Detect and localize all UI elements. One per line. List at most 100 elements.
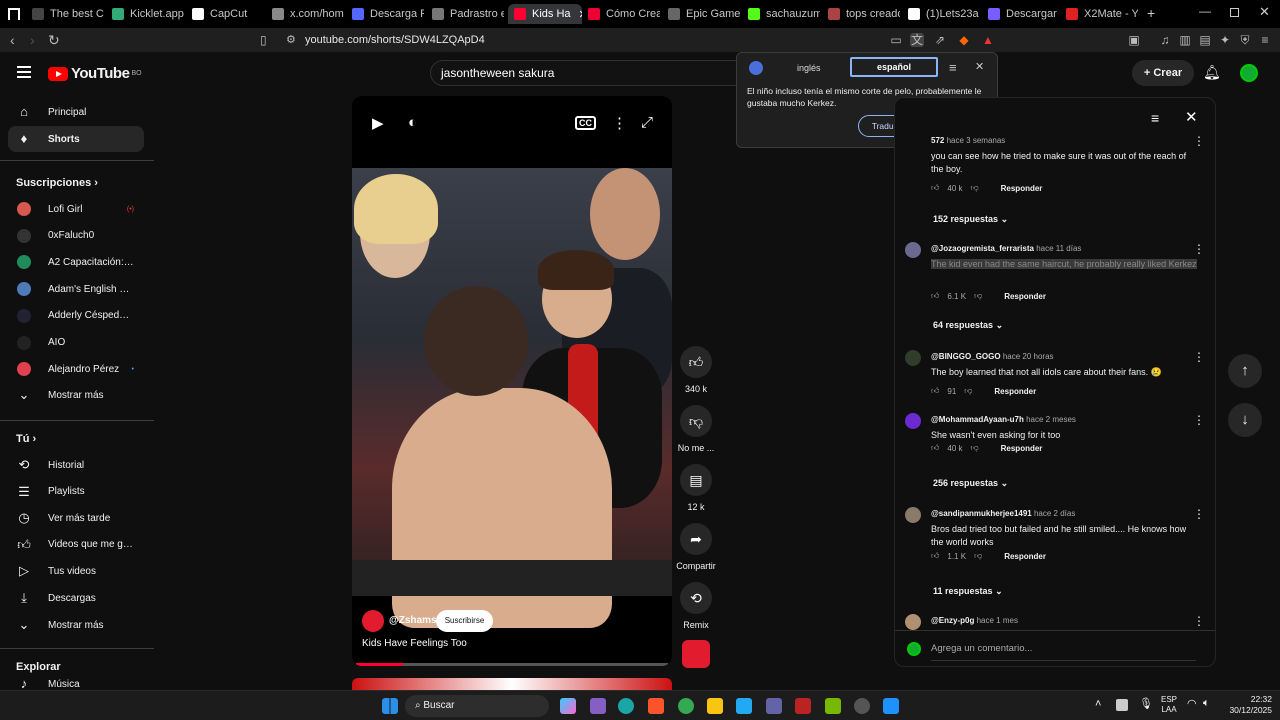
sidebar-subscription[interactable]: AIO bbox=[8, 330, 144, 356]
you-heading[interactable]: Tú › bbox=[16, 433, 36, 445]
sidebar-item-you[interactable]: ◷ Ver más tarde bbox=[8, 505, 144, 531]
thumbs-up-icon[interactable]: 👍︎ bbox=[931, 443, 939, 453]
channel-name[interactable]: @Zshams bbox=[389, 615, 437, 626]
screenshot-icon[interactable]: ▣ bbox=[1127, 33, 1141, 47]
music-icon[interactable]: ♫ bbox=[1158, 33, 1172, 47]
maximize-button[interactable] bbox=[1230, 8, 1239, 17]
create-button[interactable]: + Crear bbox=[1132, 60, 1194, 86]
file-explorer-icon[interactable] bbox=[707, 698, 723, 714]
next-short-button[interactable]: ↓ bbox=[1228, 403, 1262, 437]
url-field[interactable]: youtube.com/shorts/SDW4LZQApD4 bbox=[305, 34, 485, 46]
browser-tab[interactable]: sachauzuma bbox=[748, 4, 820, 24]
view-replies-button[interactable]: 64 respuestas ⌄ bbox=[933, 320, 1003, 331]
back-icon[interactable]: ‹ bbox=[10, 32, 15, 48]
close-comments-icon[interactable]: ✕ bbox=[1185, 108, 1198, 126]
thumbs-down-icon[interactable]: 👎︎ bbox=[974, 551, 982, 561]
browser-tab[interactable]: Descargar vi bbox=[988, 4, 1060, 24]
view-replies-button[interactable]: 11 respuestas ⌄ bbox=[933, 586, 1003, 597]
comment-more-icon[interactable]: ⋮ bbox=[1193, 350, 1205, 364]
hamburger-menu-icon[interactable] bbox=[17, 66, 31, 78]
sidebar-item-you[interactable]: ☰ Playlists bbox=[8, 479, 144, 505]
minimize-button[interactable]: — bbox=[1199, 4, 1211, 18]
sidebar-subscription[interactable]: Lofi Girl (•) bbox=[8, 196, 144, 222]
channel-avatar[interactable] bbox=[362, 610, 384, 632]
tray-app-icon[interactable] bbox=[1116, 699, 1128, 711]
account-avatar[interactable] bbox=[1240, 64, 1258, 82]
vscode-icon[interactable] bbox=[736, 698, 752, 714]
sidebar-item-you[interactable]: ▷ Tus videos bbox=[8, 558, 144, 584]
view-replies-button[interactable]: 152 respuestas ⌄ bbox=[933, 214, 1008, 225]
wifi-icon[interactable]: ◠ bbox=[1187, 697, 1197, 710]
thumbs-up-icon[interactable]: 👍︎ bbox=[931, 291, 939, 301]
browser-tab[interactable]: Cómo Crear bbox=[588, 4, 660, 24]
notifications-bell-icon[interactable]: 🔔︎ bbox=[1203, 64, 1221, 81]
more-options-icon[interactable]: ⋮ bbox=[612, 114, 627, 132]
browser-tab[interactable]: x.com/home bbox=[272, 4, 344, 24]
brave-icon[interactable] bbox=[648, 698, 664, 714]
menu-icon[interactable]: ≡ bbox=[1258, 33, 1272, 47]
comment-more-icon[interactable]: ⋮ bbox=[1193, 507, 1205, 521]
sidebar-item-music[interactable]: ♪ Música bbox=[8, 678, 144, 690]
clock[interactable]: 22:32 30/12/2025 bbox=[1222, 694, 1272, 716]
sidebar-subscription[interactable]: Alejandro Pérez • bbox=[8, 356, 144, 382]
reload-icon[interactable]: ↻ bbox=[48, 32, 60, 48]
brave-shield-icon[interactable]: ◆ bbox=[957, 33, 971, 47]
show-more-you[interactable]: ⌄ Mostrar más bbox=[8, 612, 144, 638]
translate-options-icon[interactable]: ≡ bbox=[949, 60, 957, 75]
browser-tab[interactable]: Kicklet.app - bbox=[112, 4, 184, 24]
new-tab-button[interactable]: + bbox=[1147, 5, 1155, 21]
browser-tab[interactable]: CapCut bbox=[192, 4, 264, 24]
browser-tab[interactable]: Epic Games bbox=[668, 4, 740, 24]
translate-icon[interactable]: 文 bbox=[910, 33, 924, 47]
subscriptions-heading[interactable]: Suscripciones › bbox=[16, 177, 98, 189]
cast-icon[interactable]: ▭ bbox=[889, 33, 903, 47]
dislike-button[interactable]: 👎︎ No me ... bbox=[678, 405, 714, 453]
share-icon[interactable]: ⇗ bbox=[933, 33, 947, 47]
speaker-icon[interactable]: 🔈︎ bbox=[1203, 697, 1210, 710]
sidebar-subscription[interactable]: Adderly Céspedes (... bbox=[8, 303, 144, 329]
sidebar-icon[interactable]: ▥ bbox=[1178, 33, 1192, 47]
commenter-avatar[interactable] bbox=[905, 614, 921, 630]
commenter-avatar[interactable] bbox=[905, 507, 921, 523]
remix-button[interactable]: ⟲ Remix bbox=[680, 582, 712, 630]
sidebar-item-shorts[interactable]: ♦ Shorts bbox=[8, 126, 144, 152]
reply-button[interactable]: Responder bbox=[1004, 552, 1046, 561]
like-button[interactable]: 👍︎ 340 k bbox=[680, 346, 712, 394]
sort-icon[interactable]: ≡ bbox=[1151, 110, 1159, 126]
search-input[interactable]: jasontheween sakura bbox=[430, 60, 750, 86]
browser-tab[interactable]: The best Ch bbox=[32, 4, 104, 24]
comment-more-icon[interactable]: ⋮ bbox=[1193, 242, 1205, 256]
progress-track[interactable] bbox=[356, 663, 668, 666]
close-tab-icon[interactable]: ✕ bbox=[579, 8, 582, 21]
browser-tab[interactable]: (1)Lets23a (( bbox=[908, 4, 980, 24]
comment-more-icon[interactable]: ⋮ bbox=[1193, 413, 1205, 427]
windows-start-icon[interactable] bbox=[382, 698, 398, 714]
comment-more-icon[interactable]: ⋮ bbox=[1193, 614, 1205, 628]
browser-tab[interactable]: Padrastro ex bbox=[432, 4, 504, 24]
reply-button[interactable]: Responder bbox=[994, 387, 1036, 396]
reply-button[interactable]: Responder bbox=[1004, 292, 1046, 301]
add-comment-input[interactable]: Agrega un comentario... bbox=[931, 643, 1196, 661]
browser-tab[interactable]: tops creado bbox=[828, 4, 900, 24]
sidebar-item-principal[interactable]: ⌂ Principal bbox=[8, 99, 144, 125]
fullscreen-icon[interactable]: ⤢ bbox=[641, 114, 653, 131]
thumbs-down-icon[interactable]: 👎︎ bbox=[964, 386, 972, 396]
forward-icon[interactable]: › bbox=[30, 32, 35, 48]
nvidia-icon[interactable] bbox=[825, 698, 841, 714]
winrar-icon[interactable] bbox=[795, 698, 811, 714]
leo-icon[interactable]: ✦ bbox=[1218, 33, 1232, 47]
chrome-icon[interactable] bbox=[678, 698, 694, 714]
show-more-subscriptions[interactable]: ⌄ Mostrar más bbox=[8, 382, 144, 408]
youtube-logo[interactable]: YouTube BO bbox=[48, 65, 142, 82]
sidebar-subscription[interactable]: 0xFaluch0 bbox=[8, 223, 144, 249]
shorts-player[interactable]: ▶ ◐ CC ⋮ ⤢ @Zshams Suscribirse Kids Have… bbox=[352, 96, 672, 666]
settings-icon[interactable] bbox=[854, 698, 870, 714]
comment-more-icon[interactable]: ⋮ bbox=[1193, 134, 1205, 148]
sidebar-subscription[interactable]: Adam's English Les... bbox=[8, 276, 144, 302]
browser-tab[interactable]: Descarga Ro bbox=[352, 4, 424, 24]
language-indicator[interactable]: ESP LAA bbox=[1161, 695, 1177, 715]
commenter-avatar[interactable] bbox=[905, 350, 921, 366]
reply-button[interactable]: Responder bbox=[1001, 444, 1043, 453]
teams-icon[interactable] bbox=[766, 698, 782, 714]
reply-button[interactable]: Responder bbox=[1001, 184, 1043, 193]
